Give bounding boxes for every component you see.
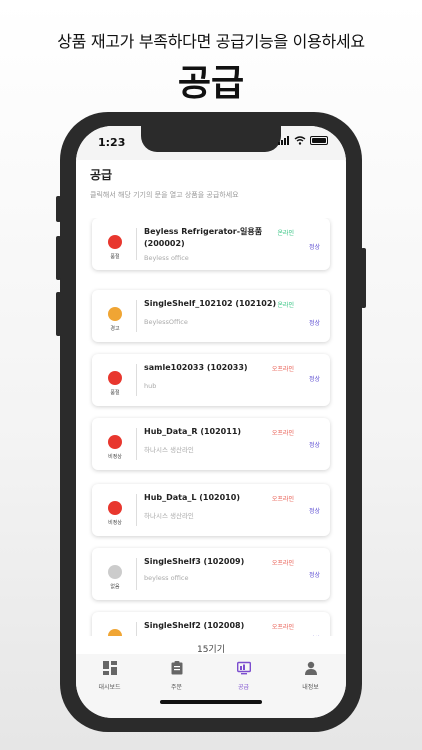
connection-status: 오프라인 [271, 560, 294, 567]
device-name: Beyless Refrigerator-일용품 (200002) [144, 227, 263, 248]
home-indicator [160, 700, 262, 704]
device-card[interactable]: 품절 Beyless Refrigerator-일용품 (200002) Bey… [92, 218, 330, 270]
device-name: Hub_Data_L (102010) [144, 493, 240, 502]
stock-status-dot [108, 307, 122, 321]
phone-mute-button [56, 196, 61, 222]
clipboard-icon [171, 661, 182, 675]
bottom-tab-bar: 대시보드 주문 공급 내정보 [76, 654, 346, 718]
device-list[interactable]: 품절 Beyless Refrigerator-일용품 (200002) Bey… [76, 218, 346, 636]
stock-status-label: 품절 [110, 390, 120, 396]
device-name: SingleShelf_102102 (102102) [144, 299, 277, 308]
device-name: samle102033 (102033) [144, 363, 248, 372]
stock-status-label: 비정상 [108, 520, 122, 526]
connection-status: 오프라인 [271, 496, 294, 503]
tab-label: 공급 [237, 684, 250, 691]
card-divider [136, 494, 137, 526]
phone-screen: 1:23 공급 클릭해서 해당 기기의 문을 열고 상품을 공급하세요 품절 B… [76, 126, 346, 718]
tab-my-info[interactable]: 내정보 [277, 660, 344, 691]
device-name: SingleShelf2 (102008) [144, 621, 245, 630]
connection-status: 온라인 [277, 302, 294, 309]
connection-status: 온라인 [277, 230, 294, 237]
connection-status: 오프라인 [271, 624, 294, 631]
wifi-icon [294, 136, 306, 145]
tab-supply[interactable]: 공급 [210, 660, 277, 691]
device-condition: 정상 [308, 508, 320, 515]
device-card[interactable]: 비정상 Hub_Data_L (102010) 하나시스 생산라인 오프라인 정… [92, 484, 330, 536]
device-name: Hub_Data_R (102011) [144, 427, 242, 436]
stock-status-label: 품절 [110, 254, 120, 260]
stock-status-label: 경고 [110, 326, 120, 332]
device-location: Beyless office [144, 254, 189, 262]
device-card[interactable]: 품절 samle102033 (102033) hub 오프라인 정상 [92, 354, 330, 406]
tab-label: 대시보드 [98, 684, 121, 691]
card-divider [136, 364, 137, 396]
supply-icon [236, 661, 251, 675]
device-condition: 정상 [308, 320, 320, 327]
page-description: 클릭해서 해당 기기의 문을 열고 상품을 공급하세요 [90, 191, 239, 199]
stock-status-dot [108, 501, 122, 515]
device-location: 하나시스 생산라인 [144, 446, 194, 454]
device-name: SingleShelf3 (102009) [144, 557, 245, 566]
connection-status: 오프라인 [271, 366, 294, 373]
tab-orders[interactable]: 주문 [143, 660, 210, 691]
device-location: hub [144, 382, 157, 390]
connection-status: 오프라인 [271, 430, 294, 437]
device-condition: 정상 [308, 376, 320, 383]
card-divider [136, 622, 137, 636]
device-location: beyless office [144, 574, 189, 582]
person-icon [304, 661, 317, 675]
card-divider [136, 228, 137, 260]
notch [141, 126, 281, 152]
device-location: BeylessOffice [144, 318, 188, 326]
tab-label: 내정보 [302, 684, 319, 691]
status-bar: 1:23 [76, 126, 346, 160]
signal-icon [278, 136, 289, 145]
battery-icon [310, 136, 328, 145]
tab-label: 주문 [170, 684, 183, 691]
status-time: 1:23 [98, 136, 126, 149]
device-location: 하나시스 생산라인 [144, 512, 194, 520]
stock-status-dot [108, 235, 122, 249]
page-title: 공급 [90, 168, 113, 182]
device-condition: 정상 [308, 442, 320, 449]
phone-power-button [361, 248, 366, 308]
card-divider [136, 558, 137, 590]
device-condition: 정상 [308, 244, 320, 251]
stock-status-dot [108, 435, 122, 449]
dashboard-icon [102, 661, 117, 675]
promo-subtitle: 상품 재고가 부족하다면 공급기능을 이용하세요 [57, 32, 365, 51]
stock-status-label: 없음 [110, 584, 120, 590]
status-icons [278, 136, 328, 145]
device-condition: 정상 [309, 634, 320, 636]
device-card[interactable]: 비정상 Hub_Data_R (102011) 하나시스 생산라인 오프라인 정… [92, 418, 330, 470]
stock-status-dot [108, 371, 122, 385]
card-divider [136, 300, 137, 332]
promo-title: 공급 [177, 63, 245, 104]
tab-dashboard[interactable]: 대시보드 [76, 660, 143, 691]
device-card[interactable]: SingleShelf2 (102008) 오프라인 정상 [92, 612, 330, 636]
device-card[interactable]: 경고 SingleShelf_102102 (102102) BeylessOf… [92, 290, 330, 342]
phone-volume-up-button [56, 236, 61, 280]
phone-volume-down-button [56, 292, 61, 336]
device-card[interactable]: 없음 SingleShelf3 (102009) beyless office … [92, 548, 330, 600]
device-condition: 정상 [308, 572, 320, 579]
card-divider [136, 428, 137, 460]
stock-status-label: 비정상 [108, 454, 122, 460]
stock-status-dot [108, 629, 122, 636]
stock-status-dot [108, 565, 122, 579]
